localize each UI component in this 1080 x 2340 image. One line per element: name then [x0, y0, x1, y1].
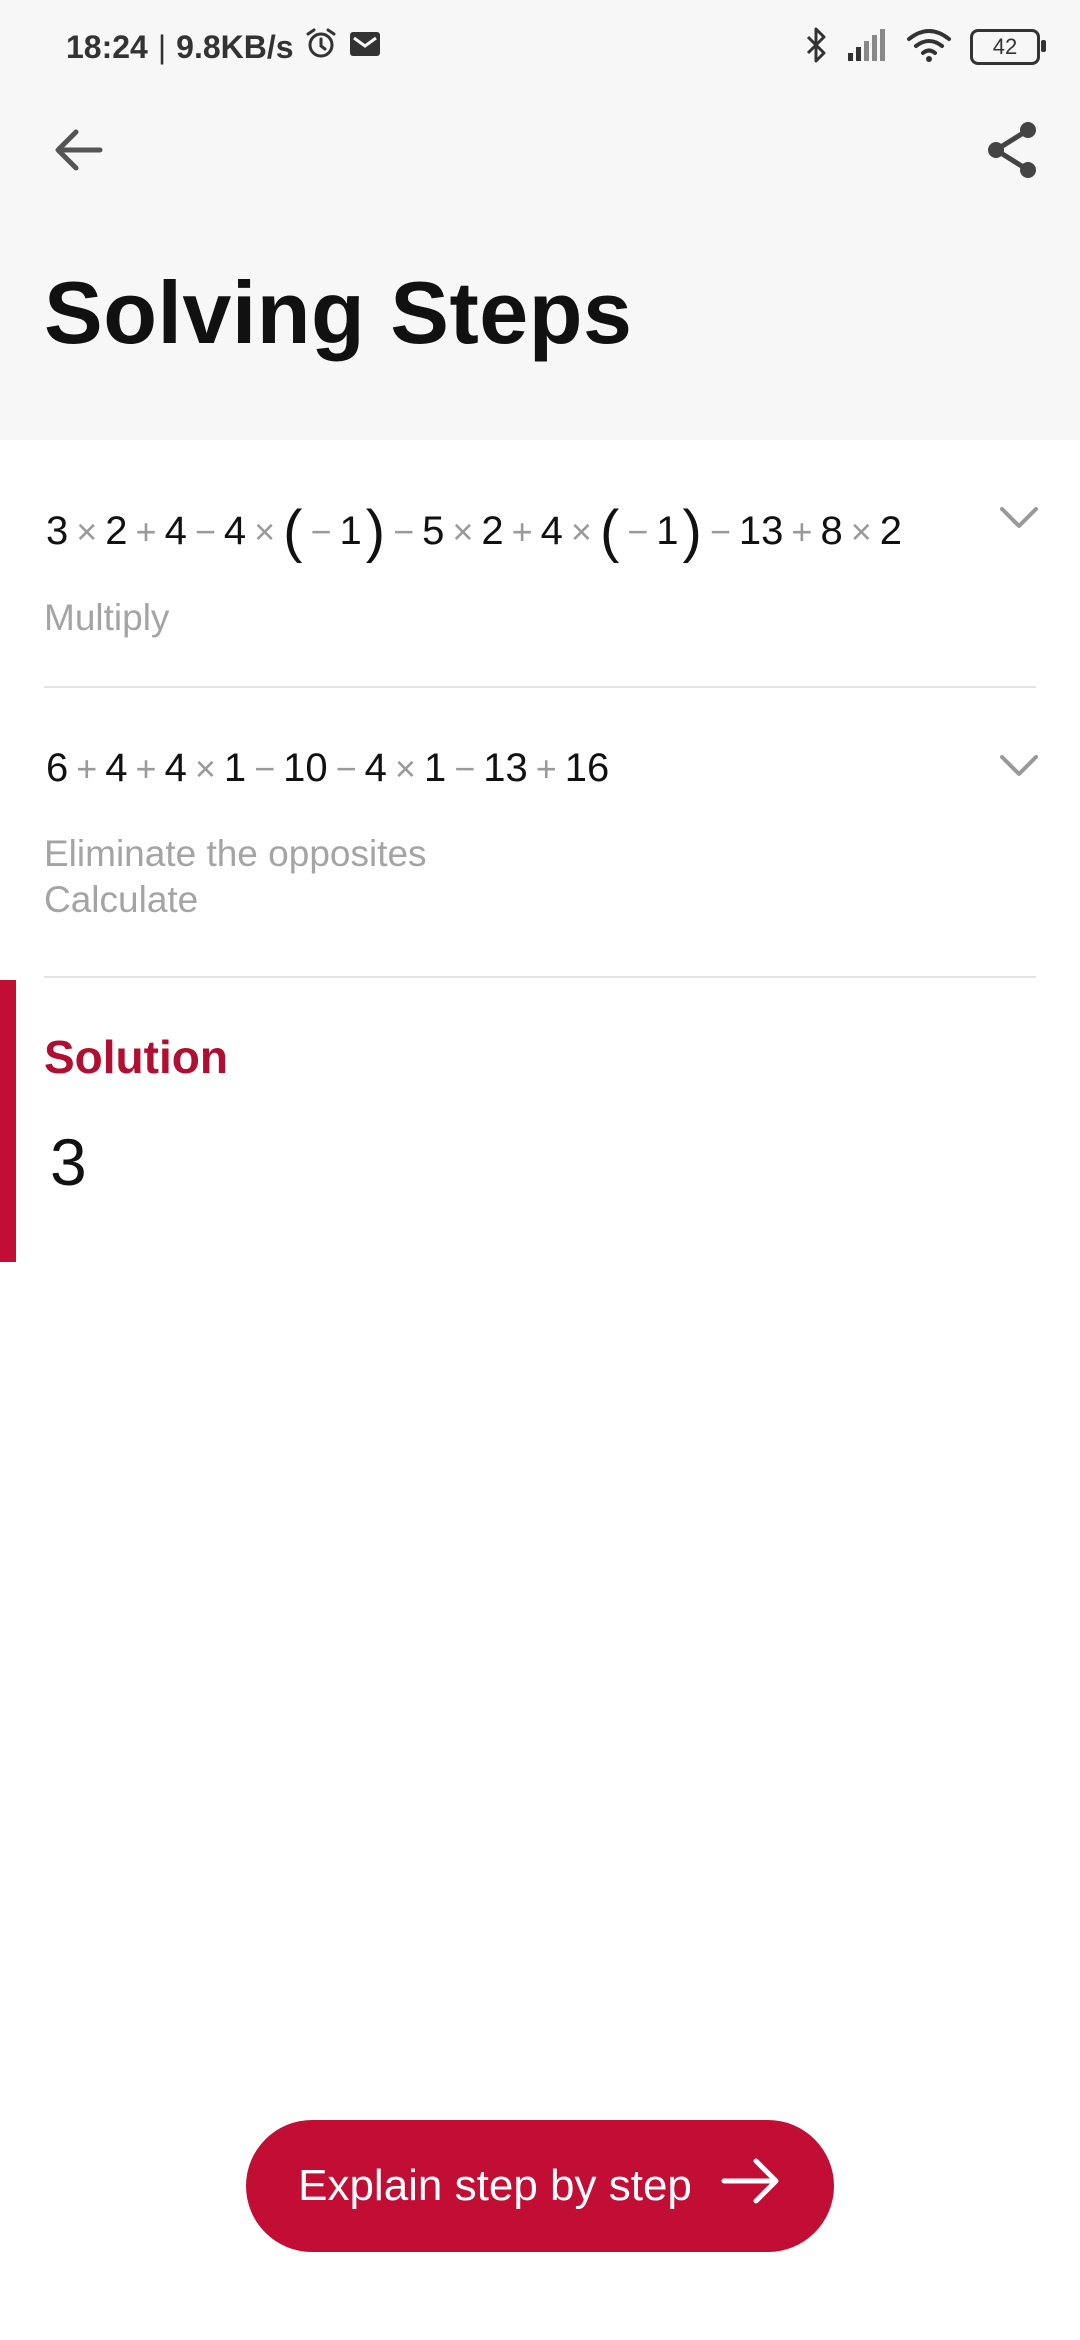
- expression-operator: ×: [254, 510, 276, 552]
- divider: [44, 686, 1036, 688]
- expression-operator: −: [393, 510, 415, 552]
- expression-operator: ×: [76, 510, 98, 552]
- expression-number: 4: [364, 746, 387, 790]
- expression-number: 4: [540, 509, 563, 553]
- share-button[interactable]: [972, 112, 1052, 192]
- explain-step-by-step-button[interactable]: Explain step by step: [246, 2120, 834, 2252]
- step-2-description: Eliminate the opposites Calculate: [44, 831, 1036, 923]
- share-icon: [984, 120, 1040, 185]
- expression-operator: −: [194, 510, 216, 552]
- expression-number: 10: [283, 746, 328, 790]
- explain-button-label: Explain step by step: [298, 2161, 692, 2210]
- step-description-line: Eliminate the opposites: [44, 833, 427, 874]
- chevron-down-icon: [999, 506, 1039, 535]
- step-2[interactable]: 6 +4 +4 × 1−10−4 × 1−13 +16 Eliminate the oppos…: [44, 746, 1036, 923]
- expression-paren: ): [365, 499, 386, 564]
- wifi-icon: [906, 27, 952, 68]
- expression-operator: ×: [850, 510, 872, 552]
- divider: [44, 976, 1036, 978]
- expression-paren: (: [599, 499, 620, 564]
- expression-operator: +: [135, 510, 157, 552]
- expression-number: 8: [820, 509, 843, 553]
- step-description-line: Calculate: [44, 879, 199, 920]
- expression-paren: ): [682, 499, 702, 564]
- expression-number: 16: [564, 746, 610, 790]
- step-1[interactable]: 3 × 2 +4−4 ×(−1) −5 × 2 +4 ×(−1) −13 +8 × 2 Multiply: [44, 498, 1036, 641]
- step-2-expand[interactable]: [994, 748, 1044, 788]
- status-left: 18:24 | 9.8KB/s: [66, 22, 382, 72]
- expression-number: 4: [164, 509, 187, 553]
- chevron-down-icon: [999, 754, 1039, 783]
- expression-number: 1: [339, 509, 362, 553]
- mail-icon: [348, 29, 382, 66]
- bluetooth-icon: [804, 25, 828, 70]
- page-title: Solving Steps: [44, 263, 633, 362]
- step-1-description: Multiply: [44, 595, 1036, 641]
- expression-operator: ×: [570, 510, 592, 552]
- status-separator: |: [157, 28, 167, 65]
- expression-operator: +: [511, 510, 533, 552]
- status-right: 42: [804, 22, 1046, 72]
- arrow-left-icon: [52, 126, 104, 179]
- expression-operator: −: [627, 510, 649, 552]
- expression-operator: −: [254, 747, 276, 789]
- expression-number: 1: [223, 746, 247, 790]
- battery-indicator: 42: [970, 29, 1046, 65]
- expression-operator: +: [76, 747, 98, 789]
- expression-number: 13: [738, 509, 784, 553]
- expression-paren: (: [283, 499, 303, 564]
- step-2-expression: 6 +4 +4 × 1−10−4 × 1−13 +16: [44, 746, 1036, 791]
- expression-number: 13: [483, 746, 528, 790]
- step-1-expression: 3 × 2 +4−4 ×(−1) −5 × 2 +4 ×(−1) −13 +8 × 2: [44, 498, 1036, 565]
- expression-operator: −: [335, 747, 357, 789]
- expression-number: 3: [46, 509, 69, 553]
- expression-number: 4: [223, 509, 247, 553]
- expression-number: 2: [105, 509, 128, 553]
- alarm-icon: [304, 26, 338, 68]
- status-bar: 18:24 | 9.8KB/s 42: [0, 0, 1080, 95]
- back-button[interactable]: [38, 112, 118, 192]
- expression-operator: ×: [194, 747, 216, 789]
- expression-operator: −: [454, 747, 476, 789]
- expression-number: 1: [423, 746, 447, 790]
- solution-value: 3: [50, 1125, 87, 1199]
- expression-number: 4: [105, 746, 128, 790]
- expression-number: 6: [46, 746, 69, 790]
- expression-number: 1: [656, 509, 679, 553]
- expression-number: 4: [164, 746, 187, 790]
- expression-number: 2: [481, 509, 504, 553]
- expression-number: 5: [422, 509, 445, 553]
- battery-level: 42: [992, 34, 1018, 59]
- expression-number: 2: [879, 509, 902, 553]
- step-description-line: Multiply: [44, 597, 170, 638]
- expression-operator: +: [535, 747, 557, 789]
- status-time: 18:24: [66, 28, 148, 65]
- solution-accent-bar: [0, 980, 16, 1262]
- expression-operator: −: [310, 510, 332, 552]
- expression-operator: ×: [394, 747, 416, 789]
- status-speed: 9.8KB/s: [176, 28, 294, 65]
- expression-operator: +: [791, 510, 813, 552]
- solution-label: Solution: [44, 1031, 228, 1083]
- expression-operator: +: [135, 747, 157, 789]
- header-area: 18:24 | 9.8KB/s 42 Solving Steps: [0, 0, 1080, 440]
- arrow-right-icon: [720, 2157, 782, 2216]
- step-1-expand[interactable]: [994, 500, 1044, 540]
- expression-operator: −: [709, 510, 731, 552]
- signal-icon: [846, 27, 888, 68]
- expression-operator: ×: [452, 510, 474, 552]
